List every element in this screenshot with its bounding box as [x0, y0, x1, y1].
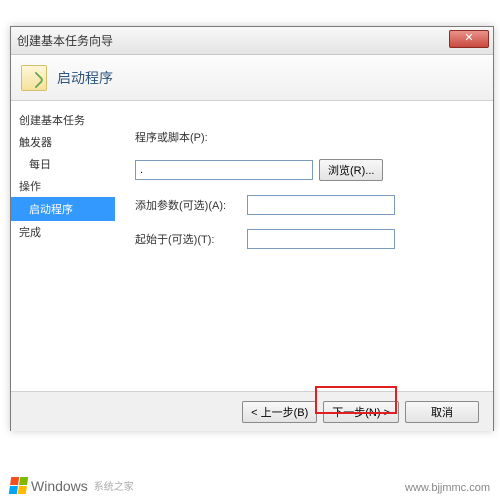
label-program-script: 程序或脚本(P):	[135, 129, 231, 145]
close-button[interactable]: ✕	[449, 30, 489, 48]
row-program-script: 程序或脚本(P):	[135, 129, 483, 145]
windows-logo-icon	[9, 477, 28, 494]
sidebar-item-daily[interactable]: 每日	[11, 153, 115, 175]
sidebar-item-trigger[interactable]: 触发器	[11, 131, 115, 153]
wizard-footer: < 上一步(B) 下一步(N) > 取消	[11, 391, 493, 431]
wizard-header: 启动程序	[11, 55, 493, 101]
form-area: 程序或脚本(P): 浏览(R)... 添加参数(可选)(A): 起始于(可选)(…	[115, 101, 493, 391]
sidebar-item-finish[interactable]: 完成	[11, 221, 115, 243]
close-icon: ✕	[464, 32, 473, 44]
sidebar-item-action[interactable]: 操作	[11, 175, 115, 197]
wizard-steps-sidebar: 创建基本任务 触发器 每日 操作 启动程序 完成	[11, 101, 115, 391]
watermark-url: www.bjjmmc.com	[405, 482, 490, 494]
next-button[interactable]: 下一步(N) >	[323, 401, 399, 423]
watermark-brand-text: Windows	[31, 478, 88, 494]
page-title: 启动程序	[57, 68, 113, 88]
row-program-input: 浏览(R)...	[135, 159, 483, 181]
row-arguments: 添加参数(可选)(A):	[135, 195, 483, 215]
browse-button[interactable]: 浏览(R)...	[319, 159, 383, 181]
sidebar-item-create-basic-task[interactable]: 创建基本任务	[11, 109, 115, 131]
window-title: 创建基本任务向导	[17, 32, 113, 49]
row-startin: 起始于(可选)(T):	[135, 229, 483, 249]
titlebar: 创建基本任务向导 ✕	[11, 27, 493, 55]
cancel-button[interactable]: 取消	[405, 401, 479, 423]
program-script-input[interactable]	[135, 160, 313, 180]
watermark: Windows 系统之家 www.bjjmmc.com	[0, 477, 500, 494]
label-arguments: 添加参数(可选)(A):	[135, 197, 231, 213]
label-startin: 起始于(可选)(T):	[135, 231, 231, 247]
watermark-brand-sub: 系统之家	[94, 478, 134, 493]
sidebar-item-start-program[interactable]: 启动程序	[11, 197, 115, 221]
back-button[interactable]: < 上一步(B)	[242, 401, 317, 423]
watermark-brand: Windows 系统之家	[10, 477, 134, 494]
startin-input[interactable]	[247, 229, 395, 249]
wizard-content: 创建基本任务 触发器 每日 操作 启动程序 完成 程序或脚本(P): 浏览(R)…	[11, 101, 493, 391]
arguments-input[interactable]	[247, 195, 395, 215]
wizard-window: 创建基本任务向导 ✕ 启动程序 创建基本任务 触发器 每日 操作 启动程序 完成…	[10, 26, 494, 431]
calendar-run-icon	[21, 65, 47, 91]
